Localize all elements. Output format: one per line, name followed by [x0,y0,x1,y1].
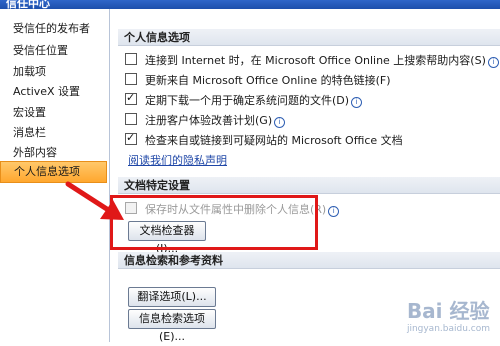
info-icon[interactable]: i [328,206,340,217]
annotation-red-box [110,195,318,250]
sidebar-item-trusted-locations[interactable]: 受信任位置 [0,41,107,61]
checkbox-check-suspicious[interactable] [125,130,137,146]
title-bar: 信任中心 [0,0,500,10]
option-customer-experience[interactable]: 注册客户体验改善计划(G) i [125,113,286,129]
section-header-document: 文档特定设置 [118,177,500,194]
info-icon[interactable]: i [487,57,499,68]
translation-options-button[interactable]: 翻译选项(L)... [128,287,216,307]
sidebar-item-external-content[interactable]: 外部内容 [0,143,107,163]
sidebar: 受信任的发布者 受信任位置 加载项 ActiveX 设置 宏设置 消息栏 外部内… [0,9,110,342]
sidebar-item-activex[interactable]: ActiveX 设置 [0,82,107,102]
research-options-button[interactable]: 信息检索选项(E)... [128,309,216,343]
sidebar-item-addins[interactable]: 加载项 [0,62,107,82]
option-featured-links[interactable]: 更新来自 Microsoft Office Online 的特色链接(F) [125,73,391,89]
sidebar-item-privacy-options[interactable]: 个人信息选项 [0,161,107,183]
checkbox-customer-experience[interactable] [125,113,137,125]
option-check-suspicious[interactable]: 检查来自或链接到可疑网站的 Microsoft Office 文档 [125,130,403,149]
baidu-watermark: Bai 经验 jingyan.baidu.com [406,299,490,334]
privacy-statement-link[interactable]: 阅读我们的隐私声明 [128,152,227,168]
checkbox-download-file[interactable] [125,90,137,106]
section-header-research: 信息检索和参考资料 [118,252,500,269]
section-header-personal: 个人信息选项 [118,29,500,46]
option-search-help[interactable]: 连接到 Internet 时，在 Microsoft Office Online… [125,53,499,69]
checkbox-search-help[interactable] [125,53,137,65]
sidebar-item-trusted-publishers[interactable]: 受信任的发布者 [0,19,107,39]
sidebar-item-macros[interactable]: 宏设置 [0,103,107,123]
main-panel: 个人信息选项 连接到 Internet 时，在 Microsoft Office… [110,9,500,343]
info-icon[interactable]: i [274,117,286,128]
option-download-file[interactable]: 定期下载一个用于确定系统问题的文件(D)i [125,90,363,109]
info-icon[interactable]: i [351,97,363,108]
sidebar-item-message-bar[interactable]: 消息栏 [0,123,107,143]
checkbox-featured-links[interactable] [125,73,137,85]
